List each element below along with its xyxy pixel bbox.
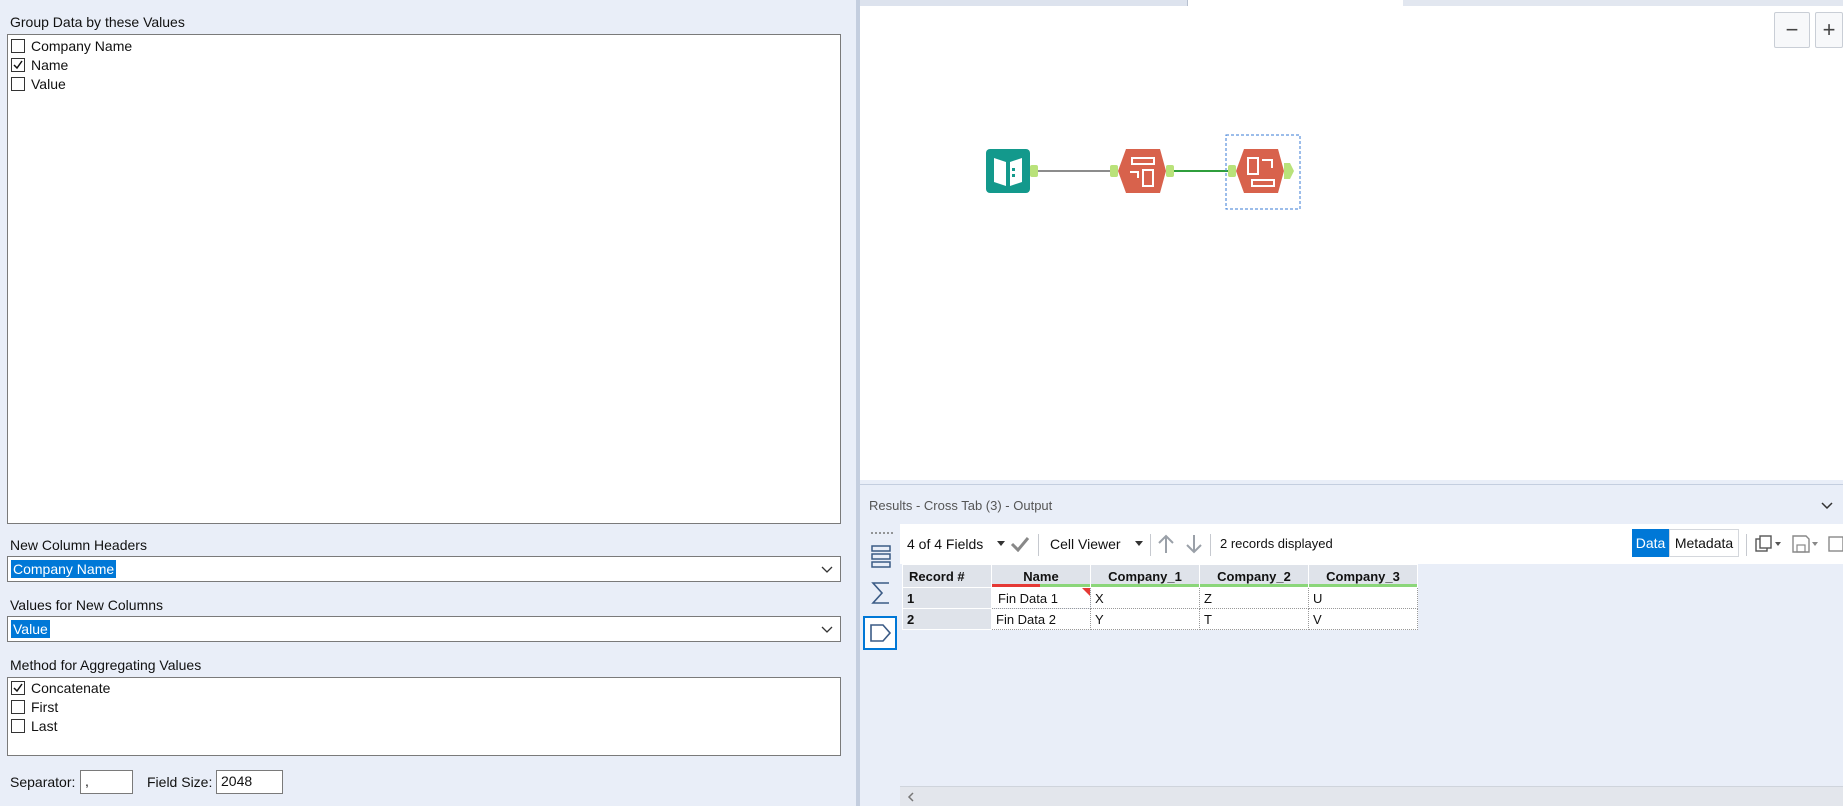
group-option-name[interactable]: Name [11,56,68,74]
column-header[interactable]: Name [991,564,1091,588]
divider [1150,534,1151,556]
cell-flag-icon [1082,588,1090,596]
separator-label: Separator: [10,774,76,790]
horizontal-scrollbar[interactable] [900,786,1843,806]
chevron-down-icon[interactable] [1820,499,1834,513]
method-option-concatenate[interactable]: Concatenate [11,679,110,697]
field-quality-bar [1091,584,1199,587]
divider [1210,534,1211,556]
column-header[interactable]: Company_2 [1199,564,1309,588]
caret-down-icon[interactable] [1774,541,1782,547]
table-cell[interactable]: T [1199,608,1309,630]
column-header[interactable]: Record # [902,564,992,588]
summary-sigma-icon[interactable] [869,580,893,606]
configuration-panel: Group Data by these Values Company Name … [0,0,856,806]
divider [1038,534,1039,556]
method-option-last[interactable]: Last [11,717,57,735]
group-by-label: Group Data by these Values [10,14,185,30]
dropdown-value: Company Name [11,560,117,578]
cross-tab-selected-tool-icon [1228,149,1294,193]
save-icon[interactable] [1791,534,1811,554]
output-anchor-tab[interactable] [863,616,897,650]
field-quality-bar [1309,584,1417,587]
table-cell[interactable]: Fin Data 2 [991,608,1091,630]
table-cell[interactable]: Y [1090,608,1200,630]
table-row[interactable]: 2 Fin Data 2 Y T V [902,608,1418,630]
window-icon[interactable] [1826,534,1843,554]
record-number: 2 [902,608,992,630]
records-displayed: 2 records displayed [1220,536,1333,551]
group-by-listbox[interactable]: Company Name Name Value [7,34,841,524]
checkbox[interactable] [11,77,25,91]
checkbox-checked[interactable] [11,58,25,72]
divider [1746,534,1747,556]
values-new-columns-dropdown[interactable]: Value [7,616,841,642]
results-table: Record # Name Company_1 Company_2 Compan… [902,564,1418,630]
copy-icon[interactable] [1754,534,1774,554]
scroll-left-icon[interactable] [906,791,916,803]
new-column-headers-label: New Column Headers [10,537,147,553]
chevron-down-icon[interactable] [820,562,834,576]
field-size-label: Field Size: [147,774,213,790]
cross-tab-tool-icon [1110,149,1174,193]
table-row[interactable]: 1 Fin Data 1 X Z U [902,587,1418,609]
workflow-canvas[interactable]: − + [860,0,1843,480]
aggregation-method-label: Method for Aggregating Values [10,657,202,673]
table-cell[interactable]: X [1090,587,1200,609]
arrow-up-icon[interactable] [1156,533,1176,555]
results-header: Results - Cross Tab (3) - Output [860,484,1843,524]
caret-down-icon[interactable] [996,540,1006,548]
fields-selector-label[interactable]: 4 of 4 Fields [907,536,983,552]
field-size-input[interactable]: 2048 [216,770,283,794]
table-cell[interactable]: V [1308,608,1418,630]
field-quality-bar [1200,584,1308,587]
cell-viewer-label[interactable]: Cell Viewer [1050,536,1121,552]
table-view-icon[interactable] [869,544,893,570]
arrow-down-icon[interactable] [1184,533,1204,555]
checkbox[interactable] [11,719,25,733]
column-header[interactable]: Company_3 [1308,564,1418,588]
input-data-tool-icon [986,149,1038,193]
data-view-button[interactable]: Data [1632,529,1669,557]
checkbox[interactable] [11,700,25,714]
metadata-view-button[interactable]: Metadata [1669,529,1739,557]
new-column-headers-dropdown[interactable]: Company Name [7,556,841,582]
grip-icon [871,532,893,534]
aggregation-method-listbox[interactable]: Concatenate First Last [7,677,841,756]
dropdown-value: Value [11,620,50,638]
column-header[interactable]: Company_1 [1090,564,1200,588]
results-side-toolbar [860,524,900,806]
values-new-columns-label: Values for New Columns [10,597,164,613]
results-grid-area: Record # Name Company_1 Company_2 Compan… [900,564,1843,786]
table-cell[interactable]: Fin Data 1 [991,587,1091,609]
separator-input[interactable]: , [80,770,133,794]
checkbox[interactable] [11,39,25,53]
checkbox-checked[interactable] [11,681,25,695]
table-header-row: Record # Name Company_1 Company_2 Compan… [902,564,1418,588]
caret-down-icon[interactable] [1811,541,1819,547]
results-title: Results - Cross Tab (3) - Output [869,498,1053,513]
workflow-diagram [986,134,1301,210]
group-option-company-name[interactable]: Company Name [11,37,132,55]
group-option-value[interactable]: Value [11,75,66,93]
table-cell[interactable]: Z [1199,587,1309,609]
record-number: 1 [902,587,992,609]
method-option-first[interactable]: First [11,698,58,716]
results-toolbar: 4 of 4 Fields Cell Viewer 2 records disp… [900,524,1843,564]
output-anchor-icon [870,624,892,642]
checkmark-icon[interactable] [1010,536,1030,552]
caret-down-icon[interactable] [1134,540,1144,548]
chevron-down-icon[interactable] [820,622,834,636]
table-cell[interactable]: U [1308,587,1418,609]
